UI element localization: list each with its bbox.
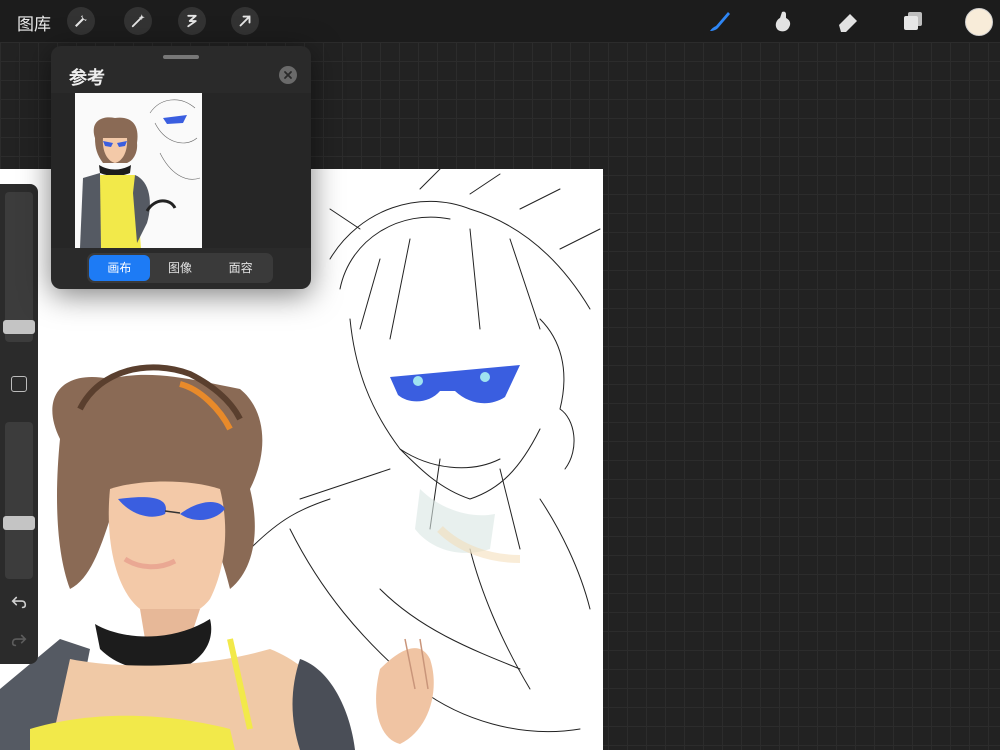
segment-image[interactable]: 图像 xyxy=(150,255,211,281)
opacity-slider[interactable] xyxy=(3,422,35,579)
eraser-icon[interactable] xyxy=(833,6,863,36)
left-sidebar xyxy=(0,184,38,664)
reference-title: 参考 xyxy=(69,68,105,89)
panel-drag-handle[interactable] xyxy=(163,55,199,59)
redo-icon[interactable] xyxy=(8,629,30,651)
reference-mode-segmented-control: 画布 图像 面容 xyxy=(87,253,273,283)
modify-button[interactable] xyxy=(11,376,27,392)
segment-face[interactable]: 面容 xyxy=(210,255,271,281)
transform-arrow-icon[interactable] xyxy=(231,7,259,35)
brush-size-slider[interactable] xyxy=(3,192,35,342)
opacity-thumb[interactable] xyxy=(3,516,35,530)
gallery-button[interactable]: 图库 xyxy=(17,10,51,35)
reference-body xyxy=(51,93,311,248)
top-toolbar: 图库 xyxy=(0,0,1000,42)
wrench-icon[interactable] xyxy=(67,7,95,35)
selection-icon[interactable] xyxy=(178,7,206,35)
brush-icon[interactable] xyxy=(704,6,734,36)
layers-icon[interactable] xyxy=(898,6,928,36)
color-picker-swatch[interactable] xyxy=(965,8,993,36)
reference-thumbnail xyxy=(75,93,202,248)
smudge-icon[interactable] xyxy=(768,6,798,36)
undo-icon[interactable] xyxy=(8,591,30,613)
segment-canvas[interactable]: 画布 xyxy=(89,255,150,281)
reference-panel[interactable]: 参考 画布 图像 面容 xyxy=(51,46,311,289)
magic-wand-icon[interactable] xyxy=(124,7,152,35)
brush-size-thumb[interactable] xyxy=(3,320,35,334)
close-icon[interactable] xyxy=(279,66,297,84)
